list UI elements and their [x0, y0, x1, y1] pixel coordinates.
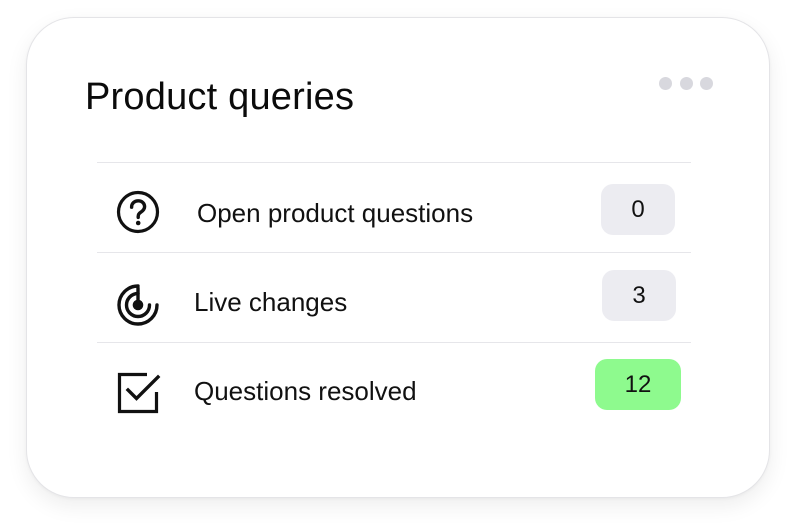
list-item-open-questions[interactable]: Open product questions 0 — [97, 162, 691, 252]
more-dot — [700, 76, 713, 90]
more-options-icon[interactable] — [655, 70, 717, 96]
row-label: Questions resolved — [194, 376, 417, 406]
live-radar-icon — [115, 282, 161, 328]
checkbox-checked-icon — [115, 370, 161, 416]
row-label: Live changes — [194, 287, 348, 317]
count-badge: 3 — [602, 270, 676, 321]
card-title: Product queries — [85, 76, 355, 118]
list-item-questions-resolved[interactable]: Questions resolved 12 — [97, 342, 691, 432]
more-dot — [679, 76, 693, 90]
count-badge: 0 — [601, 184, 675, 235]
query-list: Open product questions 0 Live changes 3 — [97, 162, 691, 432]
more-dot — [659, 76, 672, 90]
count-badge: 12 — [595, 359, 681, 410]
product-queries-card: Product queries Open product questions 0 — [26, 17, 770, 498]
help-circle-icon — [115, 189, 161, 235]
row-label: Open product questions — [197, 198, 474, 228]
list-item-live-changes[interactable]: Live changes 3 — [97, 252, 691, 342]
